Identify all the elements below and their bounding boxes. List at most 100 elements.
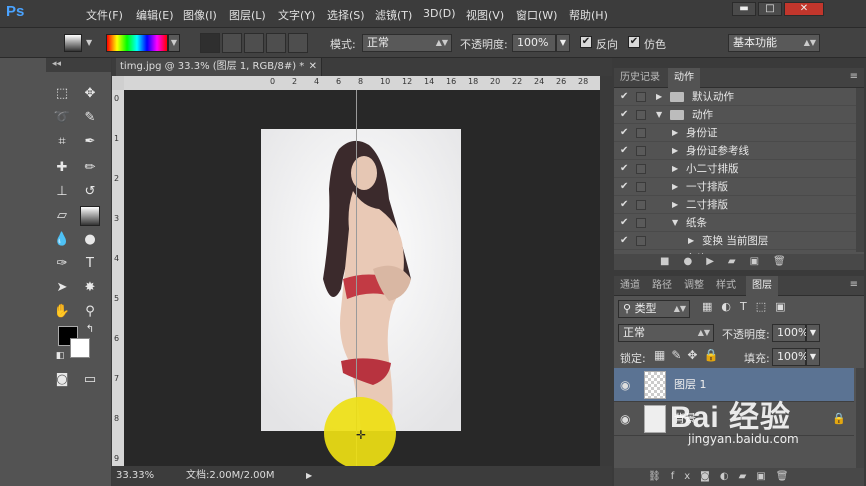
document-tab[interactable]: timg.jpg @ 33.3% (图层 1, RGB/8#) * ✕ (116, 58, 322, 76)
visibility-eye-icon[interactable]: ◉ (620, 402, 630, 436)
action-row[interactable]: ✔ ▶ 二寸排版 (614, 196, 856, 214)
delete-layer-icon[interactable]: 🗑 (776, 471, 799, 482)
expand-arrow-icon[interactable]: ▶ (672, 160, 678, 178)
add-mask-icon[interactable]: ◙ (700, 471, 720, 482)
action-row[interactable]: ✔ ▶ 一寸排版 (614, 178, 856, 196)
action-row[interactable]: ✔ ▶ 小二寸排版 (614, 160, 856, 178)
eraser-tool-icon[interactable]: ▱ (52, 206, 72, 226)
expand-arrow-icon[interactable]: ▶ (688, 232, 694, 250)
smart-filter-icon[interactable]: ▣ (775, 300, 794, 313)
layer-filter-dropdown[interactable]: ⚲ 类型 ▲▼ (618, 300, 690, 318)
menu-select[interactable]: 选择(S) (327, 7, 365, 23)
layers-panel-menu-icon[interactable]: ≡ (850, 279, 858, 290)
check-icon[interactable]: ✔ (620, 142, 628, 160)
action-row[interactable]: ✔ ▼ 纸条 (614, 214, 856, 232)
eyedropper-tool-icon[interactable]: ✒ (80, 132, 100, 152)
new-group-icon[interactable]: ▰ (739, 471, 757, 482)
layer-opacity-arrow-icon[interactable]: ▼ (806, 324, 820, 342)
close-button[interactable]: ✕ (784, 2, 824, 16)
stop-icon[interactable]: ■ (660, 256, 683, 267)
lock-pixels-icon[interactable]: ✎ (671, 348, 687, 362)
gradient-tool-active-icon[interactable] (80, 206, 100, 226)
screen-mode-icon[interactable]: ▭ (80, 370, 100, 390)
fill-arrow-icon[interactable]: ▼ (806, 348, 820, 366)
angle-gradient-button[interactable] (244, 33, 264, 53)
action-row-action-set[interactable]: ✔ ▼ 动作 (614, 106, 856, 124)
tab-channels[interactable]: 通道 (614, 276, 646, 296)
menu-edit[interactable]: 编辑(E) (136, 7, 174, 23)
tab-styles[interactable]: 样式 (710, 276, 742, 296)
menu-image[interactable]: 图像(I) (183, 7, 217, 23)
visibility-eye-icon[interactable]: ◉ (620, 368, 630, 402)
expand-arrow-icon[interactable]: ▶ (656, 88, 662, 106)
action-step-row[interactable]: ✔ ▶ 变换 当前图层 (614, 232, 856, 250)
dialog-toggle[interactable] (636, 200, 646, 210)
pen-tool-icon[interactable]: ✑ (52, 254, 72, 274)
tab-layers[interactable]: 图层 (746, 276, 778, 296)
tab-paths[interactable]: 路径 (646, 276, 678, 296)
collapse-arrow-icon[interactable]: ▼ (656, 106, 662, 124)
healing-brush-tool-icon[interactable]: ✚ (52, 158, 72, 178)
record-icon[interactable]: ● (683, 256, 706, 267)
expand-arrow-icon[interactable]: ▶ (672, 124, 678, 142)
fill-field[interactable]: 100% (772, 348, 808, 366)
adjustment-filter-icon[interactable]: ◐ (721, 300, 740, 313)
diamond-gradient-button[interactable] (288, 33, 308, 53)
check-icon[interactable]: ✔ (620, 106, 628, 124)
lock-all-icon[interactable]: 🔒 (703, 348, 724, 362)
swap-colors-icon[interactable]: ↰ (80, 320, 100, 340)
expand-arrow-icon[interactable]: ▶ (672, 178, 678, 196)
expand-arrow-icon[interactable]: ▶ (672, 196, 678, 214)
tab-actions[interactable]: 动作 (668, 68, 700, 88)
blur-tool-icon[interactable]: 💧 (52, 230, 72, 250)
zoom-tool-icon[interactable]: ⚲ (80, 302, 100, 322)
radial-gradient-button[interactable] (222, 33, 242, 53)
tab-adjustments[interactable]: 调整 (678, 276, 710, 296)
check-icon[interactable]: ✔ (620, 88, 628, 106)
quick-select-tool-icon[interactable]: ✎ (80, 108, 100, 128)
link-layers-icon[interactable]: ⛓ (648, 471, 671, 482)
move-tool-icon[interactable]: ✥ (80, 84, 100, 104)
menu-3d[interactable]: 3D(D) (423, 7, 456, 20)
reflected-gradient-button[interactable] (266, 33, 286, 53)
new-set-icon[interactable]: ▰ (728, 256, 750, 267)
document-image[interactable] (261, 129, 461, 431)
actions-panel-menu-icon[interactable]: ≡ (850, 71, 858, 82)
layer-opacity-field[interactable]: 100% (772, 324, 808, 342)
default-colors-icon[interactable]: ◧ (50, 346, 70, 366)
menu-file[interactable]: 文件(F) (86, 7, 123, 23)
menu-type[interactable]: 文字(Y) (278, 7, 315, 23)
dialog-toggle[interactable] (636, 236, 646, 246)
lock-position-icon[interactable]: ✥ (687, 348, 703, 362)
dodge-tool-icon[interactable]: ● (80, 230, 100, 250)
shape-tool-icon[interactable]: ✸ (80, 278, 100, 298)
background-color-swatch[interactable] (70, 338, 90, 358)
expand-arrow-icon[interactable]: ▶ (672, 142, 678, 160)
dialog-toggle[interactable] (636, 146, 646, 156)
gradient-tool-icon[interactable] (64, 34, 82, 52)
path-select-tool-icon[interactable]: ➤ (52, 278, 72, 298)
dialog-toggle[interactable] (636, 164, 646, 174)
collapse-arrow-icon[interactable]: ▼ (672, 214, 678, 232)
new-layer-icon[interactable]: ▣ (756, 471, 775, 482)
crop-tool-icon[interactable]: ⌗ (52, 132, 72, 152)
gradient-dropdown-arrow-icon[interactable]: ▼ (168, 34, 180, 52)
canvas-vertical-scrollbar[interactable] (600, 76, 612, 466)
dialog-toggle[interactable] (636, 128, 646, 138)
lasso-tool-icon[interactable]: ➰ (52, 108, 72, 128)
menu-layer[interactable]: 图层(L) (229, 7, 266, 23)
tools-panel-collapse-icon[interactable]: ◂◂ (46, 58, 111, 72)
pixel-filter-icon[interactable]: ▦ (702, 300, 721, 313)
menu-filter[interactable]: 滤镜(T) (375, 7, 412, 23)
status-menu-arrow-icon[interactable]: ▶ (306, 466, 312, 486)
tool-preset-arrow-icon[interactable]: ▼ (86, 38, 92, 47)
clone-stamp-tool-icon[interactable]: ⊥ (52, 182, 72, 202)
dither-checkbox[interactable]: ✔ (628, 36, 640, 48)
type-filter-icon[interactable]: T (740, 300, 756, 313)
check-icon[interactable]: ✔ (620, 124, 628, 142)
trash-icon[interactable]: 🗑 (773, 256, 800, 267)
canvas-area[interactable]: ✛ (124, 90, 600, 469)
tab-history[interactable]: 历史记录 (614, 68, 666, 88)
check-icon[interactable]: ✔ (620, 232, 628, 250)
brush-tool-icon[interactable]: ✏ (80, 158, 100, 178)
